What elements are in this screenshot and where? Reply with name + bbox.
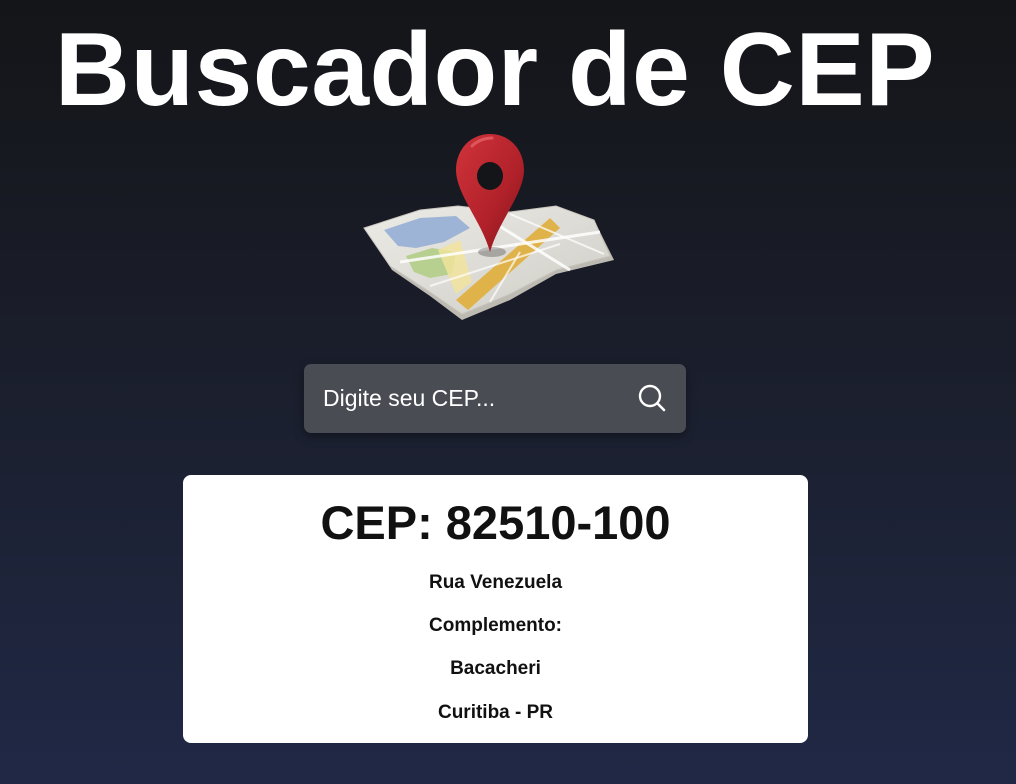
search-icon [638,384,666,412]
map-pin-icon [363,134,614,320]
result-card: CEP: 82510-100 Rua Venezuela Complemento… [183,475,808,743]
page-title: Buscador de CEP [54,12,936,128]
result-city-state: Curitiba - PR [437,702,554,723]
search-button[interactable] [636,382,668,414]
cep-search-input[interactable] [304,364,624,433]
result-cep: CEP: 82510-100 [320,496,671,549]
result-complement: Complemento: [429,615,562,636]
search-box [304,364,686,433]
result-street: Rua Venezuela [428,572,563,593]
result-neighborhood: Bacacheri [450,658,541,679]
